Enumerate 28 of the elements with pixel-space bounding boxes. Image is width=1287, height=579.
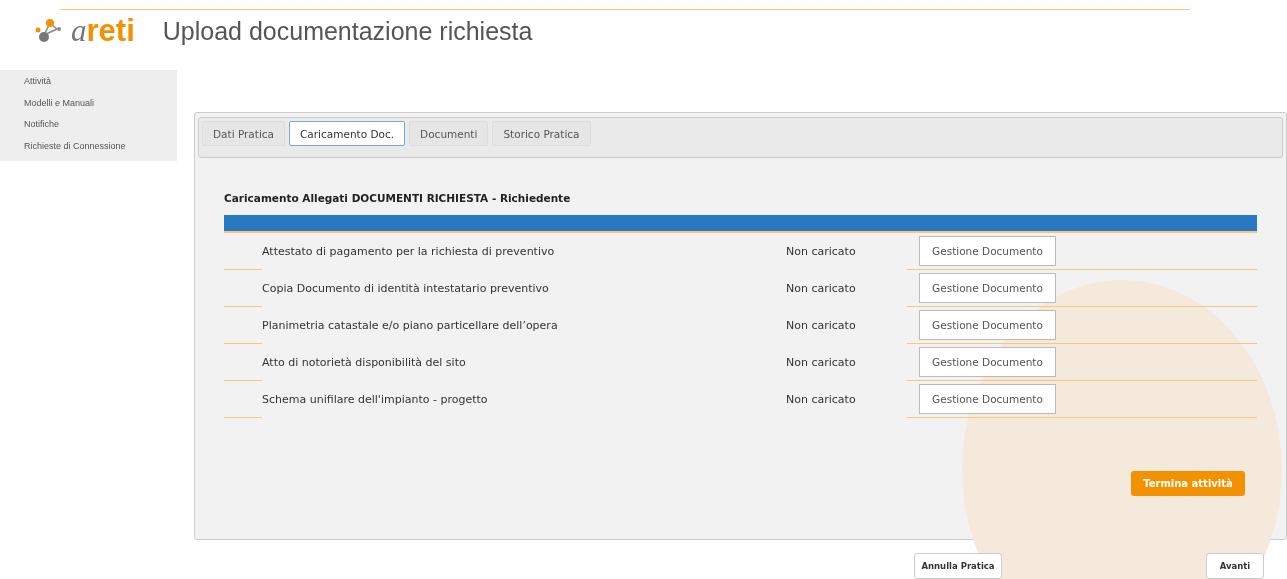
upload-status: Non caricato [785, 319, 857, 332]
upload-status: Non caricato [785, 245, 857, 258]
section-title: Caricamento Allegati DOCUMENTI RICHIESTA - Richiedente [224, 192, 572, 206]
document-name: Schema unifilare dell'impianto - progetto [262, 393, 488, 406]
logo-wordmark: areti [71, 13, 135, 49]
manage-document-button[interactable]: Gestione Documento [919, 273, 1056, 303]
sidebar-link[interactable]: Notifiche [7, 117, 177, 139]
page-title: Upload documentazione richiesta [162, 16, 533, 46]
upload-status: Non caricato [785, 282, 857, 295]
upload-status: Non caricato [785, 393, 857, 406]
upload-status: Non caricato [785, 356, 857, 369]
next-button[interactable]: Avanti [1206, 553, 1264, 579]
manage-document-button[interactable]: Gestione Documento [919, 310, 1056, 340]
manage-document-button[interactable]: Gestione Documento [919, 236, 1056, 266]
tab[interactable]: Caricamento Doc. [289, 121, 406, 146]
sidebar-link[interactable]: Attività [7, 74, 177, 96]
manage-document-button[interactable]: Gestione Documento [919, 347, 1056, 377]
tab[interactable]: Storico Pratica [492, 121, 591, 146]
manage-document-button[interactable]: Gestione Documento [919, 384, 1056, 414]
document-name: Atto di notorietà disponibilità del sito [262, 356, 466, 369]
cancel-button[interactable]: Annulla Pratica [914, 553, 1002, 579]
tab[interactable]: Dati Pratica [202, 121, 286, 146]
document-name: Copia Documento di identità intestatario preventivo [262, 282, 549, 295]
document-name: Attestato di pagamento per la richiesta di preventivo [262, 245, 555, 258]
sidebar-link[interactable]: Modelli e Manuali [7, 95, 177, 117]
document-name: Planimetria catastale e/o piano particellare dell’opera [262, 319, 558, 332]
tab[interactable]: Documenti [409, 121, 489, 146]
sidebar-link[interactable]: Richieste di Connessione [7, 138, 177, 160]
